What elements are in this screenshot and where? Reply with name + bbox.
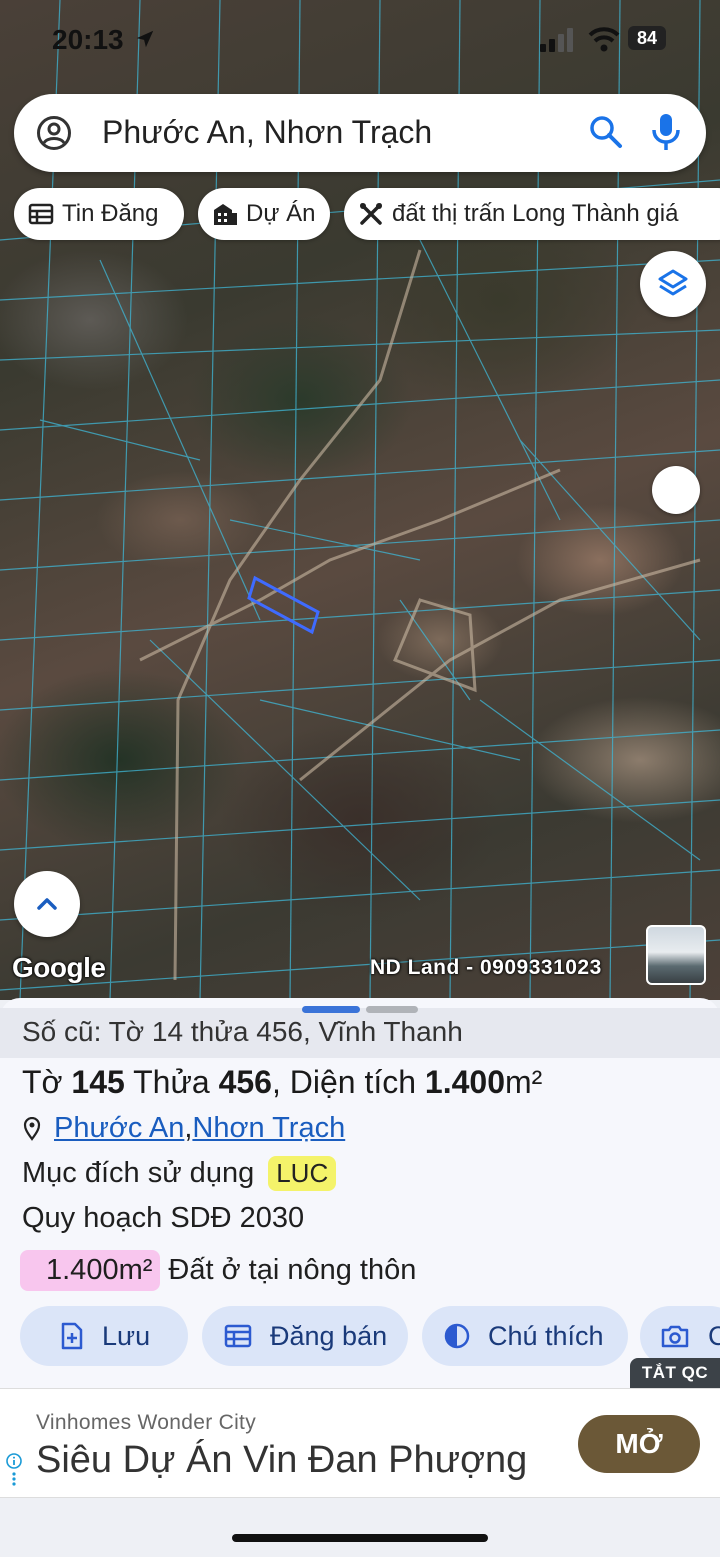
chip-saved-search[interactable]: đất thị trấn Long Thành giá xyxy=(344,188,720,240)
close-ad-button[interactable]: TẮT QC xyxy=(630,1358,720,1388)
chip-projects[interactable]: Dự Án xyxy=(198,188,330,240)
action-buttons: Lưu Đăng bán Chú thích C xyxy=(0,1306,720,1368)
area-value: 1.400 xyxy=(424,1064,505,1100)
chip-listings[interactable]: Tin Đăng xyxy=(14,188,184,240)
save-label: Lưu xyxy=(102,1320,151,1351)
battery-level: 84 xyxy=(628,26,666,50)
ad-menu-icon[interactable] xyxy=(12,1471,16,1487)
status-time: 20:13 xyxy=(52,24,124,55)
table-icon xyxy=(224,1324,252,1348)
expand-up-button[interactable] xyxy=(14,871,80,937)
purpose-code-badge: LUC xyxy=(268,1156,337,1191)
ad-banner[interactable]: Vinhomes Wonder City Siêu Dự Án Vin Đan … xyxy=(0,1388,720,1498)
street-view-thumbnail[interactable] xyxy=(646,925,706,985)
save-button[interactable]: Lưu xyxy=(20,1306,188,1366)
sheet-handle-inactive[interactable] xyxy=(366,1006,418,1013)
planning-label: Quy hoạch SDĐ 2030 xyxy=(22,1202,305,1234)
parcel-number: 456 xyxy=(218,1064,272,1100)
sheet-prefix: Tờ xyxy=(22,1064,63,1100)
district-link[interactable]: Nhơn Trạch xyxy=(192,1112,345,1145)
chip-listings-label: Tin Đăng xyxy=(62,200,159,227)
ad-headline[interactable]: Siêu Dự Án Vin Đan Phượng xyxy=(36,1439,527,1482)
post-sale-button[interactable]: Đăng bán xyxy=(202,1306,408,1366)
ad-source: Vinhomes Wonder City xyxy=(36,1411,256,1434)
zone-row: 1.400m² Đất ở tại nông thôn xyxy=(20,1250,416,1291)
area-unit: m² xyxy=(505,1064,543,1100)
camera-button[interactable]: C xyxy=(640,1306,720,1366)
legend-label: Chú thích xyxy=(488,1320,604,1351)
status-bar: 20:13 84 xyxy=(0,22,720,58)
home-indicator[interactable] xyxy=(232,1534,488,1542)
layers-icon xyxy=(658,269,688,296)
ward-link[interactable]: Phước An xyxy=(54,1112,184,1145)
layers-button[interactable] xyxy=(640,251,706,317)
map-pin-icon xyxy=(23,1116,41,1141)
contrast-icon xyxy=(444,1323,470,1349)
search-input[interactable]: Phước An, Nhơn Trạch xyxy=(102,114,432,151)
map-marker-dot[interactable] xyxy=(652,466,700,514)
chip-saved-search-label: đất thị trấn Long Thành giá xyxy=(392,200,679,227)
land-use-purpose: Mục đích sử dụng LUC xyxy=(22,1156,337,1191)
legend-button[interactable]: Chú thích xyxy=(422,1306,628,1366)
account-icon[interactable] xyxy=(36,115,72,151)
chevron-up-icon xyxy=(37,898,57,910)
tools-icon xyxy=(360,203,382,225)
post-sale-label: Đăng bán xyxy=(270,1320,388,1351)
camera-add-icon xyxy=(661,1325,689,1348)
table-icon xyxy=(28,203,54,225)
file-add-icon xyxy=(61,1322,83,1350)
purpose-label: Mục đích sử dụng xyxy=(22,1157,255,1189)
parcel-title: Tờ 145 Thửa 456, Diện tích 1.400m² xyxy=(22,1064,542,1101)
building-icon xyxy=(214,204,237,225)
old-reference: Số cũ: Tờ 14 thửa 456, Vĩnh Thanh xyxy=(0,1008,720,1058)
google-attribution: Google xyxy=(12,952,106,983)
ad-open-button[interactable]: MỞ xyxy=(578,1415,700,1473)
microphone-icon[interactable] xyxy=(650,112,682,152)
ad-info-icon[interactable] xyxy=(6,1453,22,1469)
search-icon[interactable] xyxy=(588,114,624,150)
wifi-icon xyxy=(588,27,620,52)
parcel-info-sheet: Số cũ: Tờ 14 thửa 456, Vĩnh Thanh Tờ 145… xyxy=(0,998,720,1388)
sheet-handle-active[interactable] xyxy=(302,1006,360,1013)
satellite-map[interactable]: 20:13 84 Phước An, Nhơn Trạch Tin Đăng D… xyxy=(0,0,720,1000)
watermark-text: ND Land - 0909331023 xyxy=(370,956,602,979)
search-bar[interactable]: Phước An, Nhơn Trạch xyxy=(14,94,706,172)
sheet-number: 145 xyxy=(71,1064,125,1100)
zone-area-badge: 1.400m² xyxy=(20,1250,161,1291)
chip-projects-label: Dự Án xyxy=(246,200,316,227)
location-arrow-icon xyxy=(136,30,154,48)
zone-label: Đất ở tại nông thôn xyxy=(168,1254,417,1286)
cellular-signal-icon xyxy=(540,28,573,52)
parcel-prefix: Thửa xyxy=(133,1064,210,1100)
camera-label: C xyxy=(708,1320,720,1351)
area-prefix: , Diện tích xyxy=(271,1064,417,1100)
location-line: Phước An, Nhơn Trạch xyxy=(22,1112,345,1145)
